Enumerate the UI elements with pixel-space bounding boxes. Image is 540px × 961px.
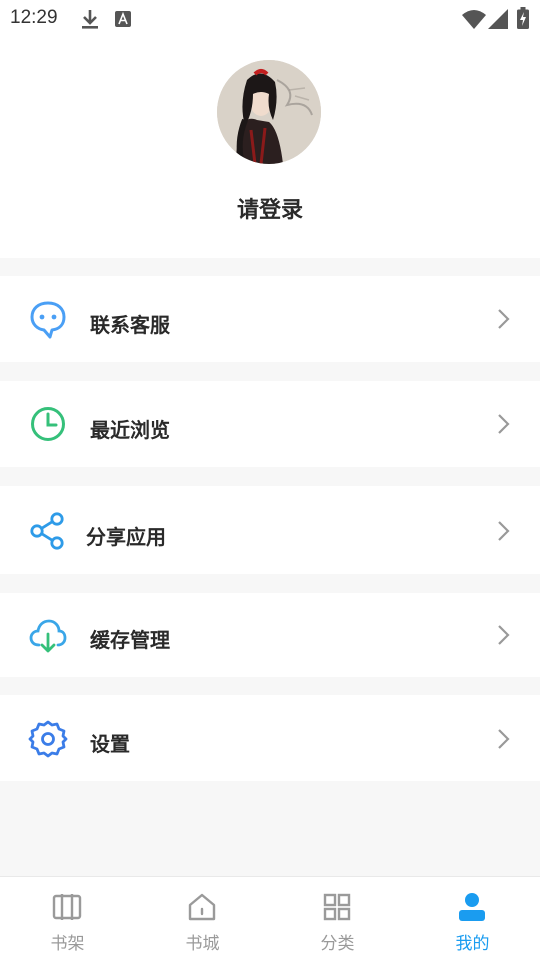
menu-item-label: 分享应用 [86,525,166,549]
chevron-right-icon [498,309,510,329]
status-time: 12:29 [10,7,58,28]
cell-signal-icon [488,9,508,29]
tab-label: 分类 [320,934,355,954]
menu-item-cache[interactable]: 缓存管理 [0,593,540,677]
home-icon [188,893,216,921]
chat-bubble-icon [30,301,66,339]
menu-item-label: 最近浏览 [90,418,170,442]
chevron-right-icon [498,729,510,749]
avatar[interactable] [217,60,321,164]
download-icon [82,10,98,29]
avatar-illustration [217,60,321,164]
share-icon [30,512,64,550]
tab-mine[interactable]: 我的 [405,877,540,961]
bottom-tab-bar: 书架 书城 分类 我的 [0,876,540,961]
wifi-icon [462,10,486,29]
menu-item-label: 缓存管理 [90,628,170,652]
tab-label: 我的 [455,934,490,954]
person-icon [459,893,485,921]
menu-item-settings[interactable]: 设置 [0,695,540,781]
gear-icon [28,720,68,758]
chevron-right-icon [498,521,510,541]
menu-item-label: 联系客服 [90,313,170,337]
tab-bookstore[interactable]: 书城 [135,877,270,961]
clock-icon [31,407,65,441]
category-grid-icon [323,893,351,921]
status-bar: 12:29 [0,0,540,38]
tab-bookshelf[interactable]: 书架 [0,877,135,961]
menu-item-customer-service[interactable]: 联系客服 [0,276,540,362]
menu-item-share[interactable]: 分享应用 [0,486,540,574]
bookshelf-icon [52,894,82,920]
menu-item-recent[interactable]: 最近浏览 [0,381,540,467]
chevron-right-icon [498,625,510,645]
login-prompt[interactable]: 请登录 [0,192,540,224]
tab-label: 书架 [50,934,85,954]
menu-item-label: 设置 [90,732,130,756]
chevron-right-icon [498,414,510,434]
tab-label: 书城 [185,934,220,954]
a-notification-icon [115,11,131,27]
cloud-download-icon [29,619,67,653]
profile-header: 请登录 [0,38,540,258]
battery-charging-icon [517,7,529,29]
tab-category[interactable]: 分类 [270,877,405,961]
